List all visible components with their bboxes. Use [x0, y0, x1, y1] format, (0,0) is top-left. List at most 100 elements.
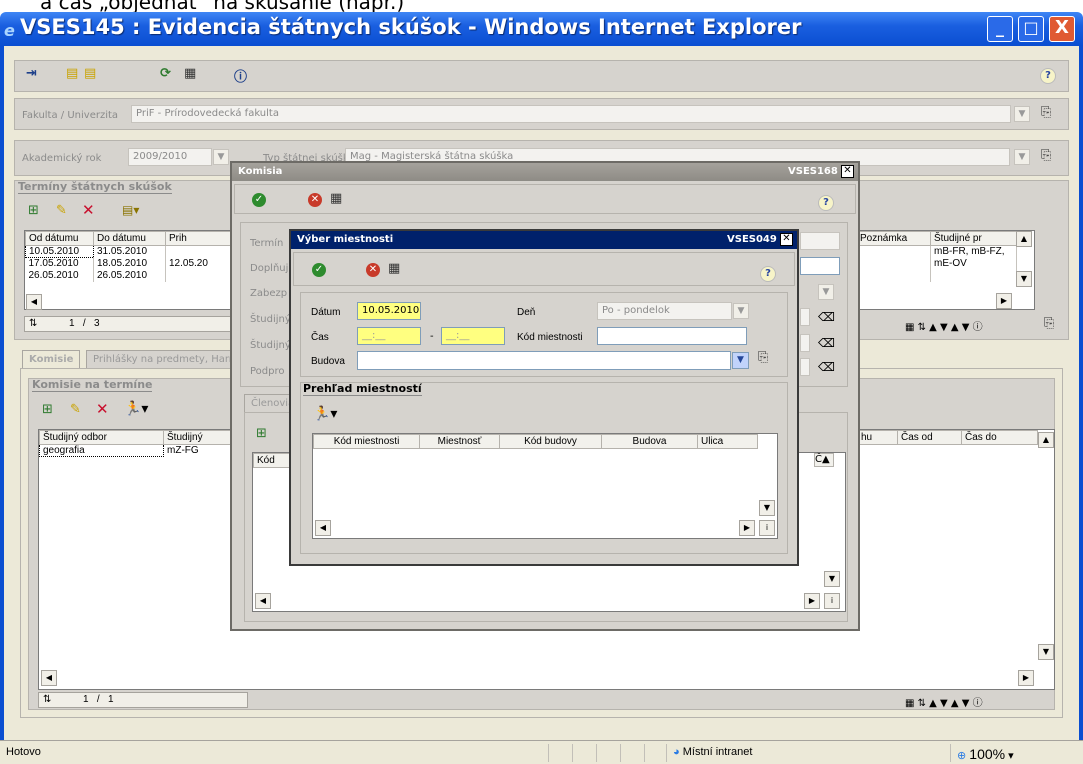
- budova-lookup-icon[interactable]: ⎘: [758, 350, 768, 365]
- komisia-termin-field[interactable]: [800, 232, 840, 250]
- cancel-icon[interactable]: ✕: [308, 193, 322, 207]
- grid-info-button[interactable]: i: [759, 520, 775, 536]
- zoom-cell[interactable]: ⊕ 100% ▾: [950, 744, 1060, 762]
- col-kod-miestnosti[interactable]: Kód miestnosti: [313, 434, 420, 449]
- maximize-button[interactable]: □: [1018, 16, 1044, 42]
- add-termin-icon[interactable]: ⊞: [28, 203, 39, 218]
- grid-info-button[interactable]: i: [824, 593, 840, 609]
- add-clen-icon[interactable]: ⊞: [256, 426, 267, 441]
- scroll-right-button[interactable]: ▶: [1018, 670, 1034, 686]
- col-ulica[interactable]: Ulica: [697, 434, 758, 449]
- col-ca[interactable]: Č▲: [814, 453, 834, 467]
- delete-termin-icon[interactable]: ✕: [82, 201, 95, 219]
- table-row[interactable]: geografia mZ-FG: [39, 444, 240, 457]
- scroll-down-button[interactable]: ▼: [1038, 644, 1054, 660]
- print-termin-icon[interactable]: ▤▾: [122, 203, 139, 217]
- scroll-left-button[interactable]: ◀: [315, 520, 331, 536]
- scroll-up-button[interactable]: ▲: [1016, 231, 1032, 247]
- grid-tools-icons[interactable]: ▦ ⇅ ▲ ▼ ▲ ▼ ⓘ: [905, 694, 983, 709]
- budova-dropdown-icon[interactable]: ▼: [732, 352, 749, 369]
- scroll-down-button[interactable]: ▼: [824, 571, 840, 587]
- scroll-left-button[interactable]: ◀: [41, 670, 57, 686]
- den-dropdown-icon[interactable]: ▼: [733, 303, 749, 319]
- fakulta-dropdown-icon[interactable]: ▼: [1014, 106, 1030, 122]
- col-studijne-programy[interactable]: Študijné pr: [930, 231, 1017, 246]
- rok-select[interactable]: 2009/2010: [128, 148, 212, 166]
- add-komisia-icon[interactable]: ⊞: [42, 402, 53, 417]
- studijny2-field[interactable]: [800, 334, 810, 352]
- delete-komisia-icon[interactable]: ✕: [96, 400, 109, 418]
- fakulta-select[interactable]: PriF - Prírodovedecká fakulta: [131, 105, 1011, 123]
- table-row[interactable]: [856, 269, 1017, 282]
- scroll-up-button[interactable]: ▲: [1038, 432, 1054, 448]
- scroll-left-button[interactable]: ◀: [26, 294, 42, 310]
- exit-icon[interactable]: ⇥: [26, 66, 37, 81]
- col-od-datumu[interactable]: Od dátumu: [25, 231, 94, 246]
- komisia-doplnujuce-field[interactable]: [800, 257, 840, 275]
- budova-select[interactable]: [357, 351, 731, 370]
- table-row[interactable]: 10.05.2010 31.05.2010: [25, 245, 234, 258]
- help-icon[interactable]: ?: [818, 195, 834, 211]
- print-icon[interactable]: ▤: [66, 66, 78, 81]
- tab-komisie[interactable]: Komisie: [22, 350, 81, 368]
- eraser-icon[interactable]: ⌫: [818, 310, 835, 324]
- datum-field[interactable]: 10.05.2010: [357, 302, 421, 320]
- rok-dropdown-icon[interactable]: ▼: [213, 149, 229, 165]
- refresh-icon[interactable]: ⟳: [160, 66, 171, 81]
- col-prih[interactable]: Prih: [165, 231, 234, 246]
- pager-nav-icon[interactable]: ⇅: [29, 318, 37, 329]
- col-budova[interactable]: Budova: [601, 434, 698, 449]
- cas-od-field[interactable]: __:__: [357, 327, 421, 345]
- eraser-icon[interactable]: ⌫: [818, 336, 835, 350]
- run-search-icon[interactable]: 🏃▾: [313, 406, 337, 422]
- fakulta-lookup-icon[interactable]: ⎘: [1041, 105, 1051, 120]
- col-studijny[interactable]: Študijný: [163, 430, 240, 445]
- podpro-field[interactable]: [800, 358, 810, 376]
- col-studijny-odbor[interactable]: Študijný odbor: [39, 430, 164, 445]
- info-icon[interactable]: ⓘ: [234, 66, 247, 85]
- export-icon[interactable]: ▦: [388, 261, 400, 276]
- table-row[interactable]: mB-FR, mB-FZ,: [856, 245, 1017, 258]
- vyber-close-button[interactable]: ✕: [780, 233, 793, 246]
- table-row[interactable]: 17.05.2010 18.05.2010 12.05.20: [25, 257, 234, 270]
- minimize-button[interactable]: _: [987, 16, 1013, 42]
- typ-lookup-icon[interactable]: ⎘: [1041, 148, 1051, 163]
- table-row[interactable]: 26.05.2010 26.05.2010: [25, 269, 234, 282]
- cas-do-field[interactable]: __:__: [441, 327, 505, 345]
- grid-tools-icons[interactable]: ▦ ⇅ ▲ ▼ ▲ ▼ ⓘ: [905, 318, 983, 333]
- typ-dropdown-icon[interactable]: ▼: [1014, 149, 1030, 165]
- zoom-dropdown-icon[interactable]: ▾: [1008, 750, 1014, 762]
- col-kod-budovy[interactable]: Kód budovy: [499, 434, 602, 449]
- col-cas-do[interactable]: Čas do: [961, 430, 1038, 445]
- col-hu[interactable]: hu: [857, 430, 898, 445]
- komisia-close-button[interactable]: ✕: [841, 165, 854, 178]
- help-icon[interactable]: ?: [760, 266, 776, 282]
- ok-icon[interactable]: ✓: [252, 193, 266, 207]
- edit-termin-icon[interactable]: ✎: [56, 203, 67, 218]
- kod-miestnosti-field[interactable]: [597, 327, 747, 345]
- eraser-icon[interactable]: ⌫: [818, 360, 835, 374]
- scroll-right-button[interactable]: ▶: [996, 293, 1012, 309]
- scroll-right-button[interactable]: ▶: [739, 520, 755, 536]
- edit-komisia-icon[interactable]: ✎: [70, 402, 81, 417]
- col-cas-od[interactable]: Čas od: [897, 430, 962, 445]
- col-poznamka[interactable]: Poznámka: [856, 231, 931, 246]
- export-icon[interactable]: ▦: [184, 66, 196, 81]
- col-miestnost[interactable]: Miestnosť: [419, 434, 500, 449]
- ok-icon[interactable]: ✓: [312, 263, 326, 277]
- den-select[interactable]: Po - pondelok: [597, 302, 732, 320]
- scroll-down-button[interactable]: ▼: [1016, 271, 1032, 287]
- zabezpecuje-dropdown-icon[interactable]: ▼: [818, 284, 834, 300]
- terminy-lookup-icon[interactable]: ⎘: [1044, 316, 1054, 331]
- table-row[interactable]: mE-OV: [856, 257, 1017, 270]
- scroll-down-button[interactable]: ▼: [759, 500, 775, 516]
- col-do-datumu[interactable]: Do dátumu: [93, 231, 166, 246]
- close-window-button[interactable]: X: [1049, 16, 1075, 42]
- run-komisia-icon[interactable]: 🏃▾: [124, 401, 148, 417]
- studijny1-field[interactable]: [800, 308, 810, 326]
- cancel-icon[interactable]: ✕: [366, 263, 380, 277]
- help-icon[interactable]: ?: [1040, 68, 1056, 84]
- pager-nav-icon[interactable]: ⇅: [43, 694, 51, 705]
- print-preview-icon[interactable]: ▤: [84, 66, 96, 81]
- scroll-left-button[interactable]: ◀: [255, 593, 271, 609]
